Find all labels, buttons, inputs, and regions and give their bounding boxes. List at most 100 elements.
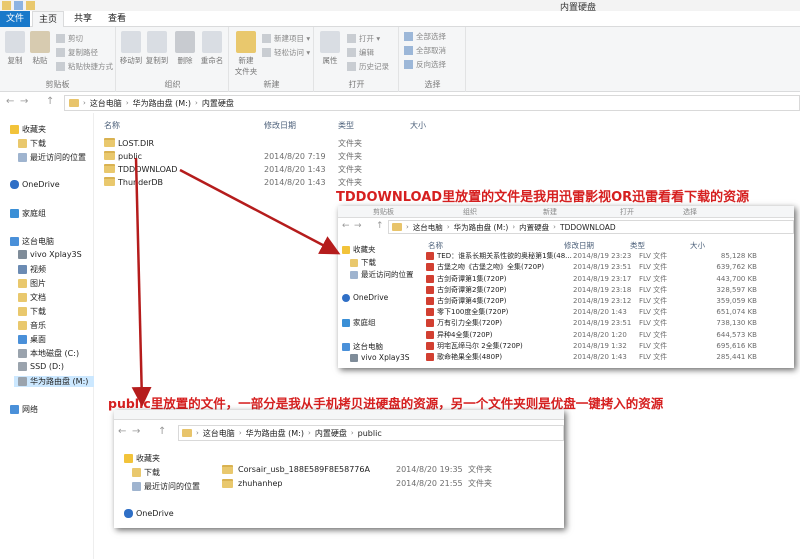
file-row[interactable]: 玥宅瓦缔马尔 2全集(720P) 2014/8/19 1:32 FLV 文件 695,… xyxy=(426,341,792,352)
inset-breadcrumb[interactable]: › 这台电脑 › 华为路由盘 (M:) › 内置硬盘 › public xyxy=(178,425,564,441)
tab-file[interactable]: 文件 xyxy=(0,11,30,27)
nav-pc-item[interactable]: 视频 xyxy=(18,264,46,275)
file-row[interactable]: TDDOWNLOAD 2014/8/20 1:43 文件夹 xyxy=(102,163,432,175)
easy-access-button[interactable]: 轻松访问 ▾ xyxy=(262,47,310,58)
back-arrow-icon[interactable]: ← xyxy=(342,221,350,231)
file-row[interactable]: 歌命艳果全集(480P) 2014/8/20 1:43 FLV 文件 285,441 … xyxy=(426,352,792,363)
column-header-date[interactable]: 修改日期 xyxy=(264,120,296,131)
nav-pc-item[interactable]: SSD (D:) xyxy=(18,362,64,371)
breadcrumb[interactable]: › 这台电脑 › 华为路由盘 (M:) › 内置硬盘 xyxy=(64,95,800,111)
tab-share[interactable]: 共享 xyxy=(68,11,98,27)
inset-nav-favorites[interactable]: 收藏夹 xyxy=(342,244,376,255)
nav-pc-item[interactable]: 下载 xyxy=(18,306,46,317)
column-header-size[interactable]: 大小 xyxy=(690,240,705,251)
cut-button[interactable]: 剪切 xyxy=(56,33,83,44)
file-row[interactable]: TED：谁系长期关系性欲的奥秘第1集(48... 2014/8/19 23:23 F… xyxy=(426,251,792,262)
history-button[interactable]: 历史记录 xyxy=(347,61,389,72)
nav-downloads[interactable]: 下载 xyxy=(18,138,46,149)
open-button[interactable]: 打开 ▾ xyxy=(347,33,380,44)
nav-onedrive[interactable]: OneDrive xyxy=(10,180,60,189)
properties-button[interactable]: 属性 xyxy=(318,31,342,66)
file-row[interactable]: 古剑奇谭第2集(720P) 2014/8/19 23:18 FLV 文件 328,59… xyxy=(426,285,792,296)
back-arrow-icon[interactable]: ← xyxy=(6,96,14,107)
nav-recent[interactable]: 最近访问的位置 xyxy=(18,152,86,163)
breadcrumb-item[interactable]: public xyxy=(358,429,382,438)
nav-pc-item[interactable]: 本地磁盘 (C:) xyxy=(18,348,79,359)
copy-to-button[interactable]: 复制到 xyxy=(145,31,169,66)
inset-nav-pc-item[interactable]: vivo Xplay3S xyxy=(350,353,409,362)
copy-button[interactable]: 复制 xyxy=(3,31,27,66)
inset-nav-favorites[interactable]: 收藏夹 xyxy=(124,453,160,464)
nav-pc-item[interactable]: 音乐 xyxy=(18,320,46,331)
paste-shortcut-button[interactable]: 粘贴快捷方式 xyxy=(56,61,113,72)
breadcrumb-item[interactable]: 内置硬盘 xyxy=(202,98,234,109)
copy-path-button[interactable]: 复制路径 xyxy=(56,47,98,58)
forward-arrow-icon[interactable]: → xyxy=(20,96,28,107)
nav-favorites[interactable]: 收藏夹 xyxy=(10,124,46,135)
inset-nav-downloads[interactable]: 下载 xyxy=(350,257,376,268)
inset-nav-downloads[interactable]: 下载 xyxy=(132,467,160,478)
file-row[interactable]: public 2014/8/20 7:19 文件夹 xyxy=(102,150,432,162)
nav-pc-item[interactable]: vivo Xplay3S xyxy=(18,250,82,259)
column-header-name[interactable]: 名称 xyxy=(428,240,443,251)
forward-arrow-icon[interactable]: → xyxy=(132,426,140,437)
inset-nav-recent[interactable]: 最近访问的位置 xyxy=(350,269,414,280)
inset-nav-homegroup[interactable]: 家庭组 xyxy=(342,317,376,328)
column-header-type[interactable]: 类型 xyxy=(338,120,354,131)
paste-button[interactable]: 粘贴 xyxy=(28,31,52,66)
inset-nav-recent[interactable]: 最近访问的位置 xyxy=(132,481,200,492)
inset-nav-onedrive[interactable]: OneDrive xyxy=(124,509,174,518)
nav-homegroup[interactable]: 家庭组 xyxy=(10,208,46,219)
file-row[interactable]: zhuhanhep 2014/8/20 21:55 文件夹 xyxy=(222,478,562,489)
group-title: 剪贴板 xyxy=(373,208,394,216)
breadcrumb-item[interactable]: 华为路由盘 (M:) xyxy=(133,98,191,109)
nav-pc-item[interactable]: 文档 xyxy=(18,292,46,303)
nav-pc-item[interactable]: 图片 xyxy=(18,278,46,289)
select-none-button[interactable]: 全部取消 xyxy=(404,45,446,56)
rename-button[interactable]: 重命名 xyxy=(200,31,224,66)
file-row[interactable]: 古堡之吻《古堡之吻》全集(720P) 2014/8/19 23:51 FLV 文件 6… xyxy=(426,262,792,273)
file-row[interactable]: Corsair_usb_188E589F8E58776A 2014/8/20 1… xyxy=(222,464,562,475)
file-row[interactable]: 万有引力全集(720P) 2014/8/19 23:51 FLV 文件 738,130… xyxy=(426,318,792,329)
column-header-type[interactable]: 类型 xyxy=(630,240,645,251)
tab-view[interactable]: 查看 xyxy=(102,11,132,27)
new-folder-icon[interactable] xyxy=(26,1,35,10)
properties-icon[interactable] xyxy=(14,1,23,10)
nav-pc-item[interactable]: 桌面 xyxy=(18,334,46,345)
column-header-date[interactable]: 修改日期 xyxy=(564,240,594,251)
nav-this-pc[interactable]: 这台电脑 xyxy=(10,236,54,247)
nav-pc-item-selected[interactable]: 华为路由盘 (M:) xyxy=(14,376,94,387)
breadcrumb-item[interactable]: 华为路由盘 (M:) xyxy=(454,222,509,233)
forward-arrow-icon[interactable]: → xyxy=(354,221,362,231)
move-to-button[interactable]: 移动到 xyxy=(119,31,143,66)
file-row[interactable]: 古剑奇谭第1集(720P) 2014/8/19 23:17 FLV 文件 443,70… xyxy=(426,273,792,284)
inset-nav-onedrive[interactable]: OneDrive xyxy=(342,293,388,302)
edit-button[interactable]: 编辑 xyxy=(347,47,374,58)
tab-home[interactable]: 主页 xyxy=(32,11,64,28)
breadcrumb-item[interactable]: 华为路由盘 (M:) xyxy=(246,428,304,439)
new-item-button[interactable]: 新建项目 ▾ xyxy=(262,33,310,44)
column-header-size[interactable]: 大小 xyxy=(410,120,426,131)
breadcrumb-item[interactable]: 内置硬盘 xyxy=(315,428,347,439)
file-row[interactable]: 古剑奇谭第4集(720P) 2014/8/19 23:12 FLV 文件 359,05… xyxy=(426,296,792,307)
new-folder-button[interactable]: 新建 文件夹 xyxy=(233,31,259,77)
breadcrumb-item[interactable]: 这台电脑 xyxy=(90,98,122,109)
invert-selection-button[interactable]: 反向选择 xyxy=(404,59,446,70)
breadcrumb-item[interactable]: TDDOWNLOAD xyxy=(560,223,616,232)
select-all-button[interactable]: 全部选择 xyxy=(404,31,446,42)
file-row[interactable]: 异种4全集(720P) 2014/8/20 1:20 FLV 文件 644,573 K… xyxy=(426,329,792,340)
delete-button[interactable]: 删除 xyxy=(173,31,197,66)
up-arrow-icon[interactable]: ↑ xyxy=(158,426,166,437)
nav-network[interactable]: 网络 xyxy=(10,404,38,415)
column-header-name[interactable]: 名称 xyxy=(104,120,120,131)
file-row[interactable]: 零下100度全集(720P) 2014/8/20 1:43 FLV 文件 651,07… xyxy=(426,307,792,318)
inset-nav-this-pc[interactable]: 这台电脑 xyxy=(342,341,383,352)
breadcrumb-item[interactable]: 这台电脑 xyxy=(413,222,443,233)
up-arrow-icon[interactable]: ↑ xyxy=(376,221,384,231)
up-arrow-icon[interactable]: ↑ xyxy=(46,96,54,107)
inset-breadcrumb[interactable]: › 这台电脑 › 华为路由盘 (M:) › 内置硬盘 › TDDOWNLOAD xyxy=(388,220,794,234)
file-row[interactable]: LOST.DIR 文件夹 xyxy=(102,137,432,149)
breadcrumb-item[interactable]: 这台电脑 xyxy=(203,428,235,439)
back-arrow-icon[interactable]: ← xyxy=(118,426,126,437)
breadcrumb-item[interactable]: 内置硬盘 xyxy=(519,222,549,233)
